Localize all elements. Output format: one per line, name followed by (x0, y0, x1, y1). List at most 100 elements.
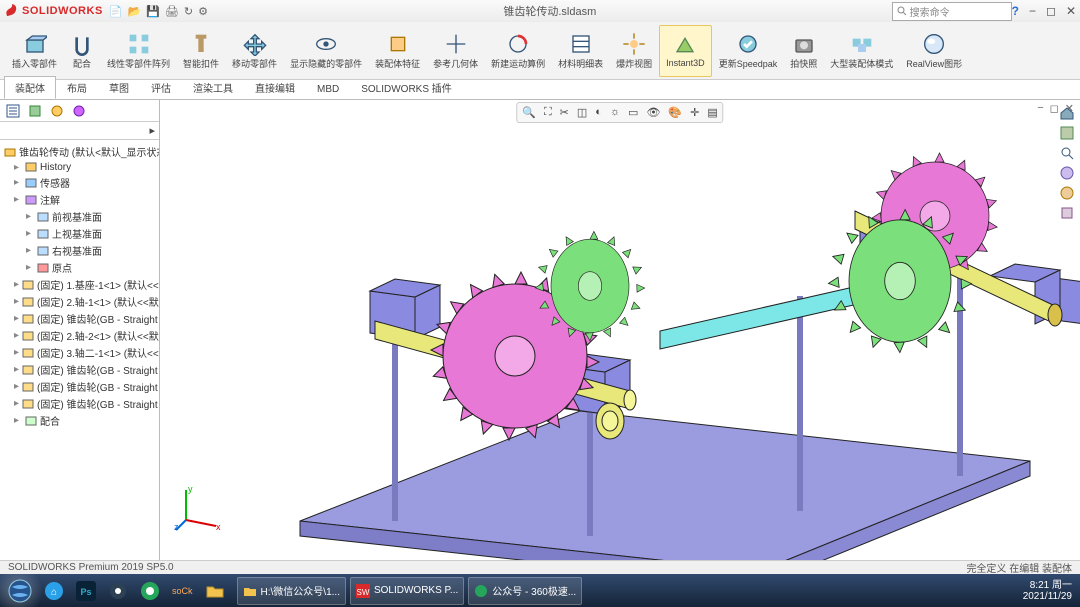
start-button[interactable] (2, 577, 38, 605)
ribbon-assembly-feat[interactable]: 装配体特征 (369, 25, 426, 77)
hud-style-icon[interactable]: ◐ (592, 105, 605, 120)
hud-hide-icon[interactable]: 👁 (643, 105, 663, 120)
tree-item-1[interactable]: ▸传感器 (2, 174, 157, 191)
tree-item-2[interactable]: ▸注解 (2, 191, 157, 208)
ribbon-instant3d[interactable]: Instant3D (659, 25, 712, 77)
tree-expand-icon[interactable]: ▸ (14, 162, 22, 173)
tree-root[interactable]: 锥齿轮传动 (默认<默认_显示状态-1>) (2, 143, 157, 160)
ribbon-ref-geom[interactable]: 参考几何体 (427, 25, 484, 77)
tree-item-12[interactable]: ▸(固定) 锥齿轮(GB - Straight bevel ... (2, 361, 157, 378)
task-pane-tabs[interactable] (1058, 104, 1076, 222)
taskbar-app-gear[interactable] (102, 577, 134, 605)
tree-item-6[interactable]: ▸原点 (2, 259, 157, 276)
ribbon-tabs: 装配体布局草图评估渲染工具直接编辑MBDSOLIDWORKS 插件 (0, 80, 1080, 100)
tree-expand-icon[interactable]: ▸ (14, 177, 22, 188)
tree-expand-icon[interactable]: ▸ (26, 262, 34, 273)
ribbon-show-hidden[interactable]: 显示隐藏的零部件 (284, 25, 368, 77)
ribbon-tab-6[interactable]: MBD (306, 80, 350, 99)
qa-options-icon[interactable]: ⚙ (198, 5, 208, 18)
tree-item-7[interactable]: ▸(固定) 1.基座-1<1> (默认<<默认... (2, 276, 157, 293)
taskbar-app-sock[interactable]: soCk (166, 577, 199, 605)
ribbon-linear-pattern[interactable]: 线性零部件阵列 (101, 25, 176, 77)
taskbar-app-browser[interactable] (134, 577, 166, 605)
hud-sheet-icon[interactable]: ▤ (704, 105, 720, 120)
tree-expand-icon[interactable]: ▸ (26, 228, 34, 239)
close-button[interactable]: ✕ (1066, 4, 1076, 18)
taskbar-running-2[interactable]: 公众号 - 360极速... (468, 577, 582, 605)
maximize-button[interactable]: ◻ (1046, 4, 1056, 18)
tree-item-14[interactable]: ▸(固定) 锥齿轮(GB - Straight bevel ... (2, 395, 157, 412)
hud-zoom-icon[interactable]: 🔍 (519, 105, 539, 120)
ribbon-realview[interactable]: RealView图形 (900, 25, 968, 77)
tree-item-13[interactable]: ▸(固定) 锥齿轮(GB - Straight bevel ... (2, 378, 157, 395)
taskbar-running-0[interactable]: H:\微信公众号\1... (237, 577, 346, 605)
search-input[interactable]: 搜索命令 (892, 2, 1012, 21)
hud-scene-icon[interactable]: ☼ (607, 105, 623, 120)
hud-persp-icon[interactable]: ▭ (625, 105, 641, 120)
tree-expand-icon[interactable]: ▸ (14, 347, 19, 358)
help-button[interactable]: ? (1012, 4, 1019, 18)
hud-appear-icon[interactable]: 🎨 (665, 105, 685, 120)
tree-item-4[interactable]: ▸上视基准面 (2, 225, 157, 242)
taskbar-clock[interactable]: 8:21 周一 2021/11/29 (1023, 580, 1078, 602)
tree-expand-icon[interactable]: ▸ (14, 364, 19, 375)
hud-section-icon[interactable]: ✂ (557, 105, 572, 120)
ribbon-insert-component[interactable]: 插入零部件 (6, 25, 63, 77)
hud-axis-icon[interactable]: ✛ (687, 105, 702, 120)
heads-up-toolbar[interactable]: 🔍⛶✂◫◐☼▭👁🎨✛▤ (516, 102, 723, 123)
tree-item-3[interactable]: ▸前视基准面 (2, 208, 157, 225)
qa-rebuild-icon[interactable]: ↻ (184, 5, 193, 18)
tree-expand-icon[interactable]: ▸ (26, 245, 34, 256)
ribbon-tab-5[interactable]: 直接编辑 (244, 76, 306, 99)
hud-fit-icon[interactable]: ⛶ (541, 105, 555, 120)
ribbon-new-motion[interactable]: 新建运动算例 (485, 25, 551, 77)
ribbon-tab-0[interactable]: 装配体 (4, 76, 56, 99)
ribbon-match[interactable]: 配合 (64, 25, 100, 77)
tree-item-15[interactable]: ▸配合 (2, 412, 157, 429)
ribbon-bom[interactable]: 材料明细表 (552, 25, 609, 77)
taskbar-app-ps[interactable]: Ps (70, 577, 102, 605)
ribbon-move-component[interactable]: 移动零部件 (226, 25, 283, 77)
orientation-triad[interactable]: y x z (174, 482, 224, 532)
qa-new-icon[interactable]: 📄 (109, 5, 123, 18)
ribbon-tab-3[interactable]: 评估 (140, 76, 182, 99)
tree-expand-icon[interactable]: ▸ (14, 398, 19, 409)
panel-expand-icon[interactable]: ▸ (149, 124, 155, 137)
taskbar-app-folder[interactable] (199, 577, 231, 605)
ribbon-tab-1[interactable]: 布局 (56, 76, 98, 99)
feature-panel-tabs[interactable] (0, 100, 159, 122)
tree-expand-icon[interactable]: ▸ (14, 279, 19, 290)
feature-tree[interactable]: 锥齿轮传动 (默认<默认_显示状态-1>) ▸History▸传感器▸注解▸前视… (0, 140, 159, 572)
taskbar-app-1[interactable]: ⌂ (38, 577, 70, 605)
tree-expand-icon[interactable]: ▸ (14, 330, 19, 341)
ribbon-smart-fasteners[interactable]: 智能扣件 (177, 25, 225, 77)
graphics-viewport[interactable]: 🔍⛶✂◫◐☼▭👁🎨✛▤ − ◻ ✕ (160, 100, 1080, 572)
ribbon-tab-2[interactable]: 草图 (98, 76, 140, 99)
tree-item-5[interactable]: ▸右视基准面 (2, 242, 157, 259)
ribbon-exploded[interactable]: 爆炸视图 (610, 25, 658, 77)
tree-expand-icon[interactable]: ▸ (26, 211, 34, 222)
ribbon-tab-4[interactable]: 渲染工具 (182, 76, 244, 99)
ribbon-take-snapshot[interactable]: 拍快照 (784, 25, 823, 77)
tree-expand-icon[interactable]: ▸ (14, 194, 22, 205)
vp-min-icon[interactable]: − (1037, 102, 1043, 115)
qa-save-icon[interactable]: 💾 (146, 5, 160, 18)
qa-print-icon[interactable]: 🖨 (165, 5, 179, 18)
tree-item-0[interactable]: ▸History (2, 160, 157, 174)
ribbon-update-speedpak[interactable]: 更新Speedpak (713, 25, 784, 77)
tree-item-9[interactable]: ▸(固定) 锥齿轮(GB - Straight bevel ... (2, 310, 157, 327)
tree-expand-icon[interactable]: ▸ (14, 381, 19, 392)
hud-view-icon[interactable]: ◫ (574, 105, 590, 120)
taskbar-running-1[interactable]: SWSOLIDWORKS P... (350, 577, 464, 605)
tree-item-8[interactable]: ▸(固定) 2.轴-1<1> (默认<<默认>_显... (2, 293, 157, 310)
tree-item-11[interactable]: ▸(固定) 3.轴二-1<1> (默认<<默认>_... (2, 344, 157, 361)
minimize-button[interactable]: − (1029, 4, 1036, 18)
tree-expand-icon[interactable]: ▸ (14, 313, 19, 324)
tree-expand-icon[interactable]: ▸ (14, 296, 19, 307)
ribbon-large-assembly[interactable]: 大型装配体模式 (824, 25, 899, 77)
qa-open-icon[interactable]: 📂 (127, 5, 141, 18)
windows-taskbar[interactable]: ⌂ Ps soCk H:\微信公众号\1...SWSOLIDWORKS P...… (0, 574, 1080, 607)
ribbon-tab-7[interactable]: SOLIDWORKS 插件 (350, 76, 463, 99)
tree-expand-icon[interactable]: ▸ (14, 415, 22, 426)
tree-item-10[interactable]: ▸(固定) 2.轴-2<1> (默认<<默认>_显... (2, 327, 157, 344)
